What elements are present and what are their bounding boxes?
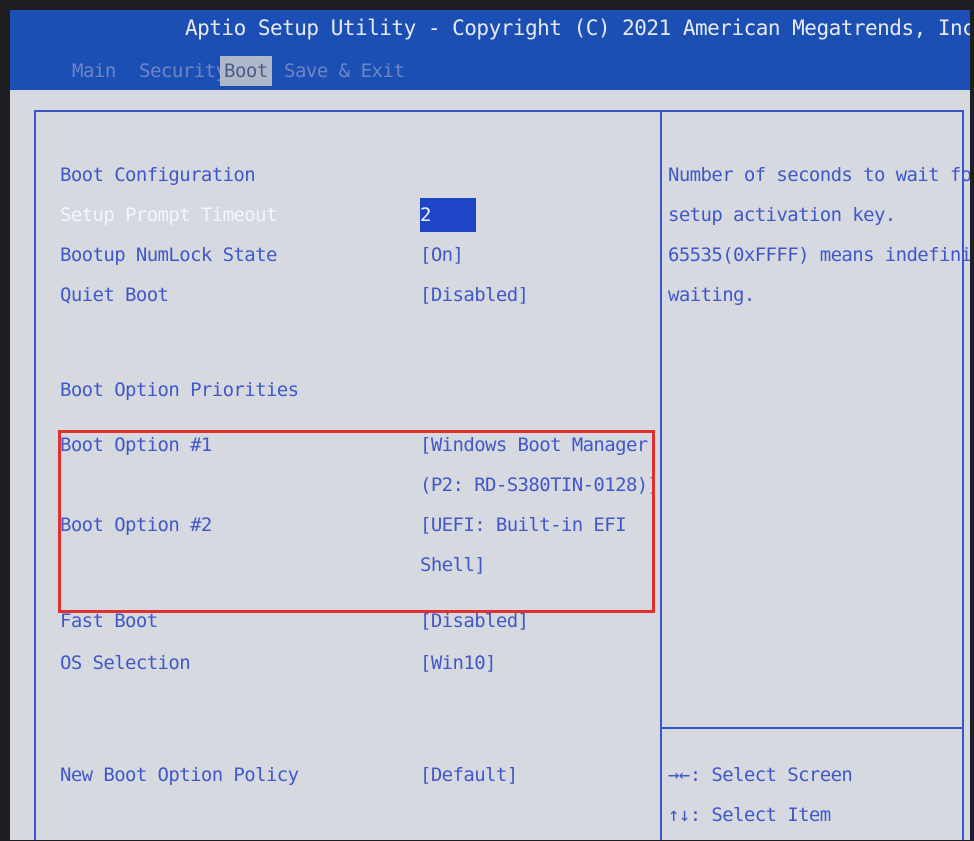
arrows-up-down-icon: ↑↓ [668,804,690,826]
help-line-2: setup activation key. [668,204,896,226]
key-hint-select-screen: →←: Select Screen [668,762,853,788]
help-line-4: waiting. [668,284,755,306]
help-divider [662,727,964,729]
bootup-numlock-label[interactable]: Bootup NumLock State [60,242,277,268]
setup-prompt-timeout-field[interactable]: 2 [420,198,476,232]
os-selection-label[interactable]: OS Selection [60,650,191,676]
key-hint-select-screen-text: : Select Screen [689,764,853,786]
section-boot-configuration: Boot Configuration [60,164,256,186]
quiet-boot-label[interactable]: Quiet Boot [60,282,169,308]
bootup-numlock-value[interactable]: [On] [420,242,464,268]
tab-save-exit[interactable]: Save & Exit [284,56,405,86]
arrows-left-right-icon: →← [668,764,690,786]
section-boot-option-priorities: Boot Option Priorities [60,379,299,401]
key-hint-select-item-text: : Select Item [689,804,832,826]
title-bar: Aptio Setup Utility - Copyright (C) 2021… [10,10,970,90]
tab-security[interactable]: Security [139,56,227,86]
setup-prompt-timeout-value[interactable]: 2 [420,198,476,232]
tab-main[interactable]: Main [72,56,116,86]
new-boot-option-policy-label[interactable]: New Boot Option Policy [60,762,299,788]
annotation-highlight-box [58,430,655,613]
quiet-boot-value[interactable]: [Disabled] [420,282,529,308]
panel-divider [660,112,662,840]
bios-screen: Aptio Setup Utility - Copyright (C) 2021… [10,10,970,840]
setup-prompt-timeout-label[interactable]: Setup Prompt Timeout [60,202,277,228]
os-selection-value[interactable]: [Win10] [420,650,496,676]
help-line-3: 65535(0xFFFF) means indefinite [668,244,970,266]
help-line-1: Number of seconds to wait for [668,164,970,186]
tab-boot[interactable]: Boot [220,56,272,86]
key-hint-select-item: ↑↓: Select Item [668,802,831,828]
new-boot-option-policy-value[interactable]: [Default] [420,762,518,788]
window-title: Aptio Setup Utility - Copyright (C) 2021… [185,16,970,40]
